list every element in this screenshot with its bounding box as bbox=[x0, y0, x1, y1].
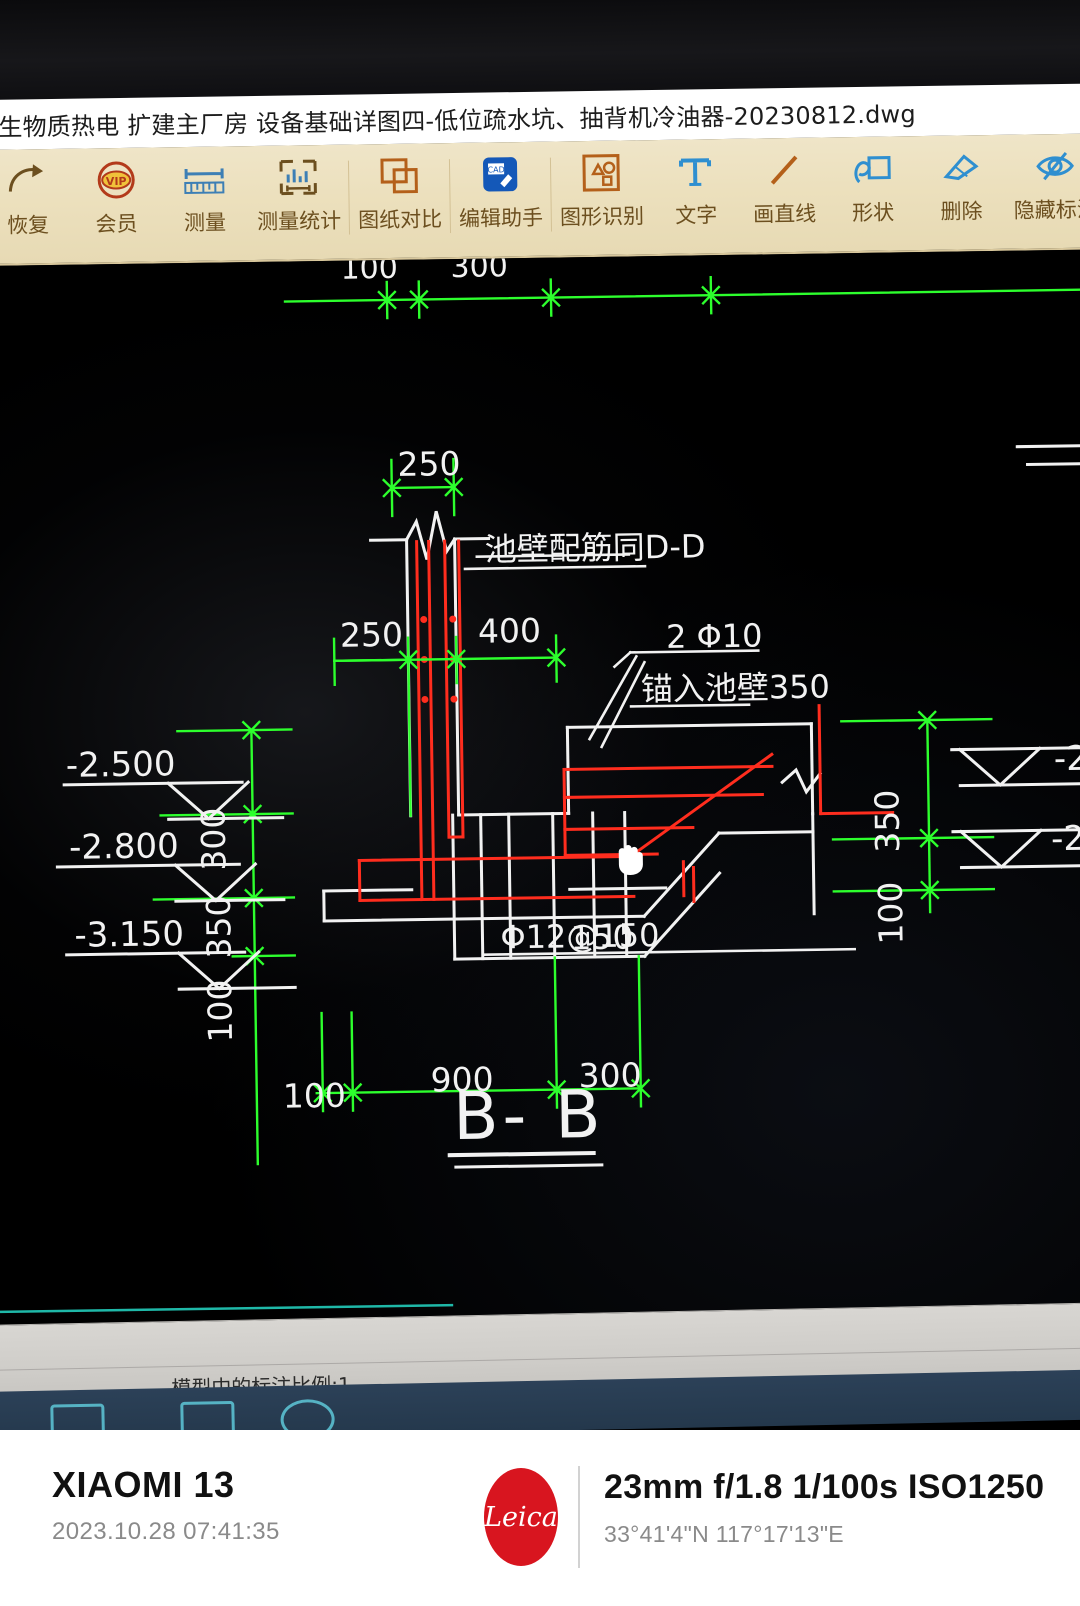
svg-text:CAD: CAD bbox=[488, 165, 505, 174]
svg-text:Φ12@150: Φ12@150 bbox=[500, 916, 660, 956]
device-model: XIAOMI 13 bbox=[52, 1464, 235, 1505]
toolbar-label-draw-line: 画直线 bbox=[752, 201, 817, 227]
svg-text:100: 100 bbox=[283, 1076, 347, 1116]
cad-edit-assistant-icon: CAD bbox=[478, 150, 523, 199]
toolbar-item-shape-recognize[interactable]: 图形识别 bbox=[551, 140, 653, 253]
toolbar-label-measure: 测量 bbox=[183, 210, 227, 236]
svg-text:2 Φ10: 2 Φ10 bbox=[666, 616, 763, 655]
toolbar-label-compare: 图纸对比 bbox=[357, 207, 443, 233]
svg-text:池壁配筋同D-D: 池壁配筋同D-D bbox=[484, 527, 705, 568]
shape-tool-icon bbox=[849, 144, 896, 193]
svg-text:-3.150: -3.150 bbox=[74, 914, 184, 956]
toolbar-label-text: 文字 bbox=[675, 203, 718, 228]
toolbar-item-measure-stats[interactable]: 测量统计 bbox=[248, 145, 350, 258]
toolbar-item-compare[interactable]: 图纸对比 bbox=[349, 143, 451, 256]
watermark-divider bbox=[578, 1466, 580, 1568]
svg-text:250: 250 bbox=[340, 615, 404, 655]
text-tool-icon bbox=[673, 147, 718, 196]
vip-badge-icon: VIP bbox=[94, 156, 139, 205]
taskbar-tile-3[interactable] bbox=[280, 1398, 336, 1430]
svg-text:锚入池壁350: 锚入池壁350 bbox=[641, 667, 831, 708]
toolbar-label-edit-assistant: 编辑助手 bbox=[458, 205, 544, 231]
toolbar-item-delete[interactable]: 删除 bbox=[916, 135, 1006, 248]
svg-text:350: 350 bbox=[867, 789, 907, 853]
toolbar-item-draw-line[interactable]: 画直线 bbox=[739, 137, 829, 250]
canvas-edge-line bbox=[0, 1303, 454, 1314]
toolbar-label-delete: 删除 bbox=[940, 199, 983, 224]
measure-stats-icon bbox=[275, 153, 322, 202]
svg-text:100: 100 bbox=[200, 979, 240, 1043]
svg-text:B- B: B- B bbox=[453, 1076, 605, 1155]
taskbar-tile-2[interactable] bbox=[180, 1400, 236, 1430]
document-title: 生物质热电 扩建主厂房 设备基础详图四-低位疏水坑、抽背机冷油器-2023081… bbox=[0, 99, 916, 142]
geo-coordinates: 33°41'4"N 117°17'13"E bbox=[604, 1521, 844, 1547]
cad-application-window: 生物质热电 扩建主厂房 设备基础详图四-低位疏水坑、抽背机冷油器-2023081… bbox=[0, 83, 1080, 1340]
toolbar-label-measure-stats: 测量统计 bbox=[257, 208, 342, 234]
screenshot-root: 生物质热电 扩建主厂房 设备基础详图四-低位疏水坑、抽背机冷油器-2023081… bbox=[0, 0, 1080, 1606]
svg-text:-2: -2 bbox=[1051, 819, 1080, 859]
camera-watermark-footer: XIAOMI 13 2023.10.28 07:41:35 Leica 23mm… bbox=[0, 1430, 1080, 1606]
svg-text:VIP: VIP bbox=[105, 175, 126, 188]
toolbar-item-hide-annotation[interactable]: 隐藏标注 bbox=[1005, 133, 1080, 246]
toolbar-item-shape[interactable]: 形状 bbox=[828, 136, 918, 249]
svg-text:350: 350 bbox=[199, 895, 239, 959]
eraser-delete-icon bbox=[938, 143, 985, 192]
leica-logo-icon: Leica bbox=[484, 1468, 558, 1566]
monitor-screen-area: 生物质热电 扩建主厂房 设备基础详图四-低位疏水坑、抽背机冷油器-2023081… bbox=[0, 0, 1080, 1430]
toolbar-label-shape-recognize: 图形识别 bbox=[559, 204, 645, 230]
hand-pan-cursor bbox=[618, 845, 643, 875]
toolbar-item-vip[interactable]: VIP 会员 bbox=[71, 147, 161, 260]
leica-wordmark: Leica bbox=[484, 1501, 558, 1533]
toolbar-item-recover[interactable]: 恢复 bbox=[0, 149, 73, 262]
draw-line-icon bbox=[762, 146, 807, 195]
svg-text:100: 100 bbox=[871, 881, 911, 945]
watermark-device-block: XIAOMI 13 2023.10.28 07:41:35 bbox=[52, 1464, 280, 1546]
redo-arrow-icon bbox=[5, 157, 50, 206]
exif-settings: 23mm f/1.8 1/100s ISO1250 bbox=[604, 1468, 1045, 1506]
svg-text:-2: -2 bbox=[1054, 739, 1080, 779]
capture-datetime: 2023.10.28 07:41:35 bbox=[52, 1518, 280, 1545]
toolbar-item-measure[interactable]: 测量 bbox=[160, 146, 250, 259]
toolbar-item-edit-assistant[interactable]: CAD 编辑助手 bbox=[450, 142, 552, 255]
ruler-measure-icon bbox=[180, 154, 229, 203]
annotation-notes: 池壁配筋同D-D 2 Φ10 锚入池壁350 Φ12@150 bbox=[484, 527, 831, 956]
status-bar-divider bbox=[0, 1347, 1080, 1371]
hide-annotation-icon bbox=[1032, 142, 1079, 191]
taskbar-tile-1[interactable] bbox=[50, 1403, 106, 1430]
svg-text:-2.800: -2.800 bbox=[69, 826, 179, 868]
drawing-compare-icon bbox=[376, 151, 423, 200]
shape-recognize-icon bbox=[579, 148, 624, 197]
main-toolbar: 恢复 VIP 会员 测量 测量统计 图纸对比 CAD 编辑助手 图形识别 文字 … bbox=[0, 133, 1080, 266]
toolbar-label-shape: 形状 bbox=[851, 200, 895, 226]
svg-text:-2.500: -2.500 bbox=[66, 744, 176, 786]
svg-text:400: 400 bbox=[478, 611, 542, 651]
toolbar-label-recover: 恢复 bbox=[6, 213, 50, 238]
cad-drawing-canvas[interactable]: 100 300 -2.500 -2.800 -3.150 -2 -2 250 2… bbox=[0, 249, 1080, 1340]
svg-text:300: 300 bbox=[194, 807, 234, 871]
cad-drawing-vector: 100 300 -2.500 -2.800 -3.150 -2 -2 250 2… bbox=[0, 249, 1080, 1314]
top-dimension-chain bbox=[283, 275, 1080, 320]
toolbar-label-vip: 会员 bbox=[95, 211, 138, 237]
concrete-outline bbox=[322, 510, 823, 961]
toolbar-item-text[interactable]: 文字 bbox=[651, 139, 741, 252]
toolbar-label-hide-annotation: 隐藏标注 bbox=[1013, 197, 1080, 223]
svg-text:250: 250 bbox=[397, 444, 461, 484]
watermark-exif-block: 23mm f/1.8 1/100s ISO1250 33°41'4"N 117°… bbox=[604, 1468, 1044, 1548]
section-title-group: B- B bbox=[447, 1076, 605, 1169]
